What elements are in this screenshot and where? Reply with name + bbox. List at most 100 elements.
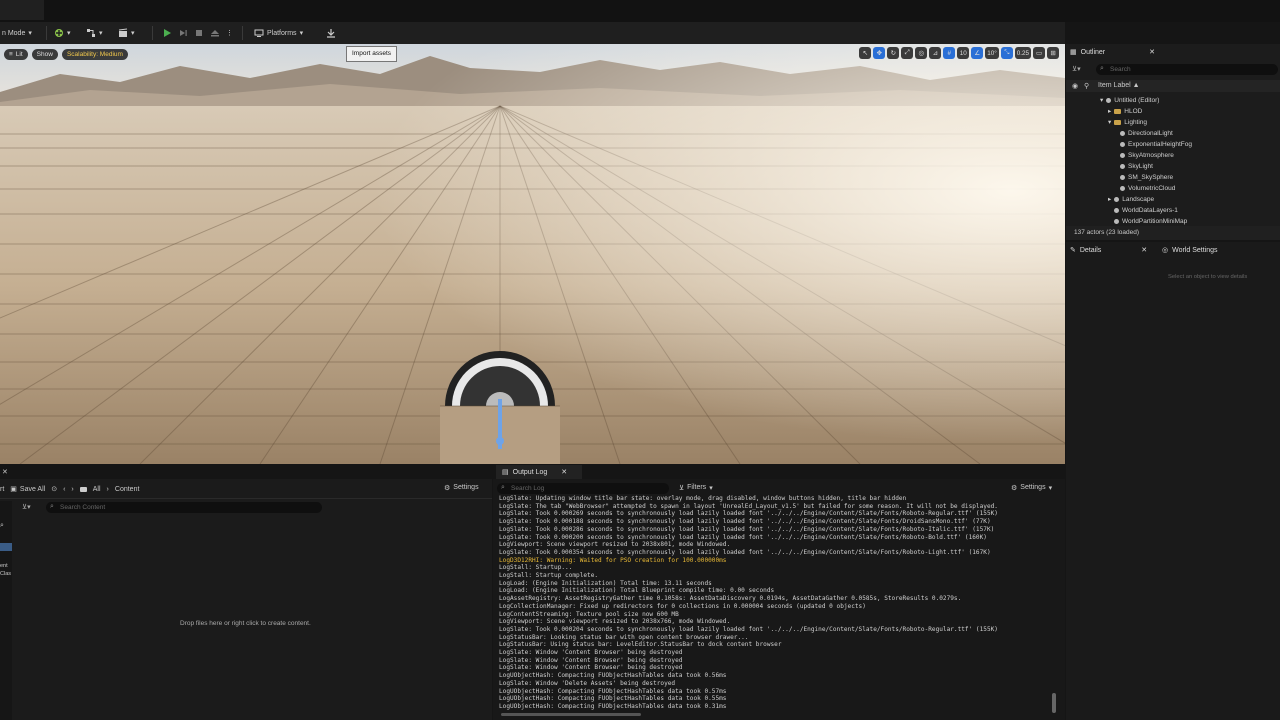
globe-icon: ◎ bbox=[918, 49, 924, 57]
filter-icon[interactable]: ⊻▾ bbox=[22, 503, 31, 511]
log-line: LogSlate: Took 0.000269 seconds to synch… bbox=[499, 510, 998, 518]
toolbar-divider bbox=[46, 26, 47, 40]
content-settings-button[interactable]: ⚙ Settings bbox=[444, 484, 479, 492]
play-button[interactable] bbox=[162, 26, 172, 40]
stop-button[interactable] bbox=[194, 26, 204, 40]
tab-outliner[interactable]: ▦ Outliner ✕ bbox=[1070, 45, 1155, 59]
breadcrumb-all[interactable]: All bbox=[93, 486, 101, 493]
blueprint-button[interactable]: ▾ bbox=[86, 26, 103, 40]
add-actor-button[interactable]: ▾ bbox=[54, 26, 71, 40]
tree-item[interactable]: SM_SkySphere bbox=[1120, 172, 1173, 182]
import-button[interactable] bbox=[326, 26, 336, 40]
log-line: LogSlate: Took 0.000286 seconds to synch… bbox=[499, 525, 995, 533]
level-tab[interactable] bbox=[0, 0, 44, 20]
grid-snap-value[interactable]: 10 bbox=[957, 47, 970, 59]
tree-item[interactable]: SkyLight bbox=[1120, 161, 1153, 171]
save-all-button[interactable]: ▣ Save All bbox=[10, 485, 45, 494]
scale-snap-value[interactable]: 0.25 bbox=[1014, 47, 1031, 59]
close-icon[interactable]: ✕ bbox=[2, 468, 8, 476]
content-settings-label: Settings bbox=[453, 484, 479, 491]
rotate-icon: ↻ bbox=[890, 49, 896, 57]
source-item[interactable]: ent bbox=[0, 563, 8, 569]
step-button[interactable] bbox=[178, 26, 188, 40]
tab-output-log[interactable]: ▤ Output Log ✕ bbox=[496, 465, 582, 479]
tree-item[interactable]: ▸ HLOD bbox=[1108, 106, 1142, 116]
scale-button[interactable]: ⤢ bbox=[901, 47, 914, 59]
cinematics-button[interactable]: ▾ bbox=[118, 26, 135, 40]
tree-item[interactable]: ExponentialHeightFog bbox=[1120, 139, 1192, 149]
details-panel: ✎ Details ✕ ◎ World Settings Select an o… bbox=[1066, 242, 1280, 720]
chevron-down-icon: ▾ bbox=[131, 30, 135, 37]
toolbar-divider bbox=[242, 26, 243, 40]
surface-snap-button[interactable]: ⊿ bbox=[929, 47, 942, 59]
breadcrumb-content[interactable]: Content bbox=[115, 486, 140, 493]
rotate-button[interactable]: ↻ bbox=[887, 47, 900, 59]
log-line: LogSlate: Window 'Content Browser' being… bbox=[499, 656, 683, 664]
outliner-header: ◉ ⚲ Item Label ▲ bbox=[1066, 80, 1280, 92]
log-search-input[interactable]: Search Log bbox=[497, 483, 669, 494]
source-item[interactable]: Clas bbox=[0, 571, 11, 577]
mode-selector[interactable]: n Mode ▾ bbox=[2, 26, 32, 40]
play-icon bbox=[164, 29, 171, 37]
close-icon[interactable]: ✕ bbox=[1149, 48, 1155, 56]
play-options-button[interactable]: ⋮ bbox=[226, 26, 233, 40]
filter-icon[interactable]: ⊻▾ bbox=[1072, 65, 1081, 73]
chevron-down-icon: ▾ bbox=[709, 485, 713, 492]
rotation-snap-button[interactable]: ∠ bbox=[971, 47, 984, 59]
chevron-down-icon: ▾ bbox=[67, 30, 71, 37]
content-toolbar: rt ▣ Save All ⊙ ‹ › All › Content bbox=[0, 482, 139, 496]
viewport-options-button[interactable]: ≡ Lit bbox=[4, 48, 28, 60]
eject-button[interactable] bbox=[210, 26, 220, 40]
platforms-button[interactable]: Platforms ▾ bbox=[254, 26, 303, 40]
log-hscrollbar[interactable] bbox=[501, 713, 641, 716]
select-mode-button[interactable]: ↖ bbox=[859, 47, 872, 59]
camera-speed-button[interactable]: ▭ bbox=[1033, 47, 1045, 59]
log-line: LogStall: Startup... bbox=[499, 564, 573, 572]
close-icon[interactable]: ✕ bbox=[561, 468, 567, 476]
maximize-viewport-button[interactable]: ⊞ bbox=[1047, 47, 1059, 59]
log-line: LogStall: Startup complete. bbox=[499, 572, 599, 579]
grid-icon: # bbox=[947, 49, 951, 57]
content-search-input[interactable]: Search Content bbox=[46, 502, 322, 513]
log-scrollbar[interactable] bbox=[1052, 693, 1056, 713]
tree-item[interactable]: ▸ Landscape bbox=[1108, 194, 1154, 204]
tree-item[interactable]: WorldPartitionMiniMap bbox=[1114, 216, 1187, 226]
history-icon[interactable]: ⊙ bbox=[51, 485, 57, 493]
scale-snap-button[interactable]: ⤡ bbox=[1000, 47, 1013, 59]
tree-item[interactable]: ▾ Untitled (Editor) bbox=[1100, 95, 1159, 105]
tree-item[interactable]: ▾ Lighting bbox=[1108, 117, 1147, 127]
tree-item[interactable]: VolumetricCloud bbox=[1120, 183, 1175, 193]
tree-item[interactable]: SkyAtmosphere bbox=[1120, 150, 1174, 160]
save-icon: ▣ bbox=[10, 486, 17, 493]
tree-item[interactable]: WorldDataLayers-1 bbox=[1114, 205, 1178, 215]
outliner-search-input[interactable]: Search bbox=[1096, 64, 1278, 75]
log-line: LogSlate: Took 0.000200 seconds to synch… bbox=[499, 533, 987, 541]
log-settings-button[interactable]: ⚙ Settings ▾ bbox=[1011, 484, 1052, 492]
level-viewport[interactable]: ≡ Lit Show Scalability: Medium ↖ ✥ ↻ ⤢ ◎… bbox=[0, 44, 1065, 464]
visibility-icon: ◉ bbox=[1072, 83, 1079, 90]
search-icon: ⌕ bbox=[501, 484, 505, 491]
close-icon[interactable]: ✕ bbox=[1141, 246, 1147, 254]
filters-button[interactable]: ⊻ Filters ▾ bbox=[679, 484, 713, 492]
rotation-snap-value[interactable]: 10° bbox=[985, 47, 999, 59]
item-label-header[interactable]: Item Label ▲ bbox=[1098, 82, 1140, 89]
back-icon[interactable]: ‹ bbox=[63, 486, 65, 493]
log-line: LogSlate: Window 'Content Browser' being… bbox=[499, 649, 683, 656]
log-line: LogUObjectHash: Compacting FUObjectHashT… bbox=[499, 702, 727, 710]
sources-panel: ⌕ ent Clas bbox=[0, 501, 12, 720]
tab-world-settings[interactable]: ◎ World Settings bbox=[1162, 243, 1218, 257]
chevron-down-icon: ▾ bbox=[299, 30, 304, 37]
world-local-button[interactable]: ◎ bbox=[915, 47, 928, 59]
gear-icon: ⚙ bbox=[1011, 485, 1018, 492]
selected-source-row[interactable] bbox=[0, 543, 12, 551]
grid-snap-button[interactable]: # bbox=[943, 47, 956, 59]
tree-item[interactable]: DirectionalLight bbox=[1120, 128, 1173, 138]
scalability-warning[interactable]: Scalability: Medium bbox=[61, 48, 128, 60]
translate-button[interactable]: ✥ bbox=[873, 47, 886, 59]
import-label[interactable]: rt bbox=[0, 486, 4, 493]
tab-details[interactable]: ✎ Details ✕ bbox=[1070, 243, 1147, 257]
show-button[interactable]: Show bbox=[31, 48, 58, 60]
forward-icon[interactable]: › bbox=[71, 486, 73, 493]
search-icon[interactable]: ⌕ bbox=[0, 522, 4, 530]
hamburger-icon: ≡ bbox=[9, 50, 13, 58]
